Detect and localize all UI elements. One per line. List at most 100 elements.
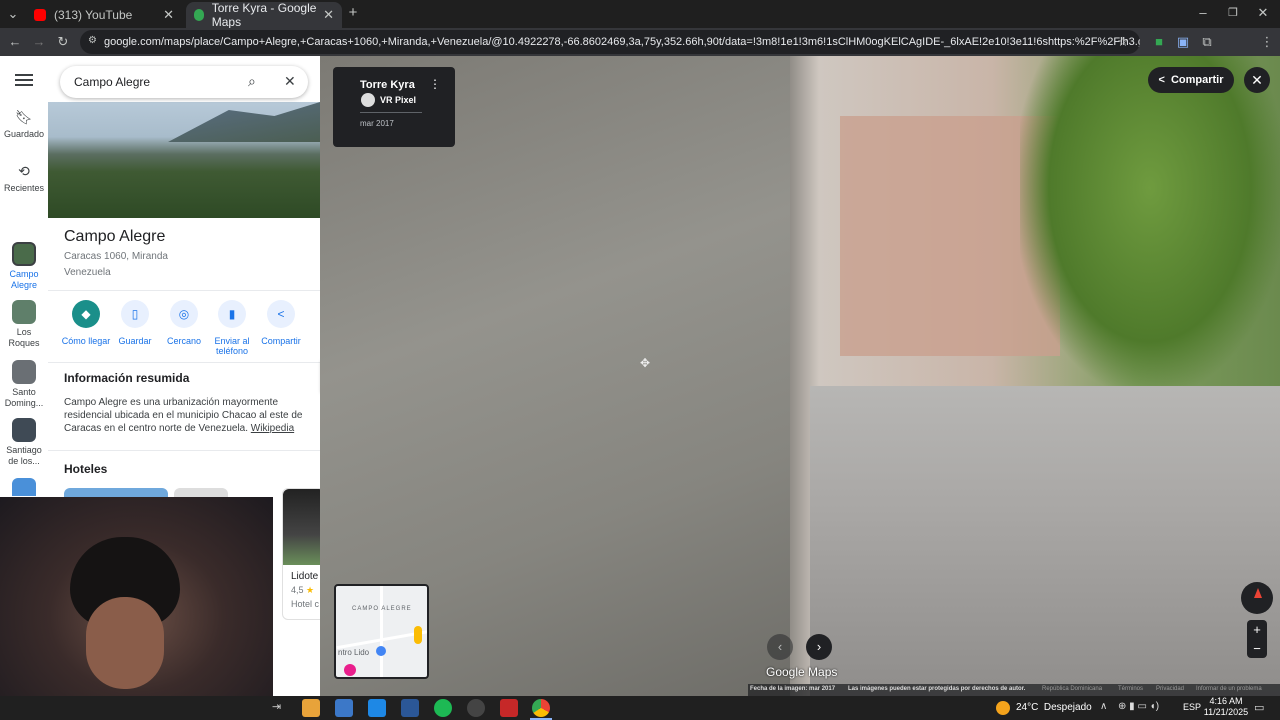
divider (360, 112, 422, 113)
close-tab-icon[interactable]: ✕ (323, 7, 334, 23)
share-button[interactable]: < Compartir (255, 300, 307, 346)
author-name[interactable]: VR Pixel (380, 95, 416, 105)
share-icon: < (267, 300, 295, 328)
minimap[interactable]: CAMPO ALEGRE ntro Lido (334, 584, 429, 679)
rail-item-los-roques[interactable]: Los Roques (0, 300, 48, 349)
search-input[interactable]: Campo Alegre (74, 75, 150, 89)
address-line-1: Caracas 1060, Miranda (64, 251, 168, 262)
spotify-icon[interactable] (434, 699, 452, 717)
tab-search-icon[interactable]: ⌄ (4, 6, 22, 22)
country-label: República Dominicana (1042, 686, 1103, 692)
extensions-puzzle-icon[interactable]: ⧉ (1198, 34, 1216, 50)
divider (48, 450, 320, 451)
place-hero-photo[interactable] (48, 102, 320, 218)
street-view-footer: Fecha de la imagen: mar 2017 Las imágene… (748, 684, 1280, 696)
language-indicator[interactable]: ESP (1183, 702, 1201, 712)
minimize-icon[interactable]: – (1194, 5, 1212, 21)
notifications-icon[interactable]: ▭ (1254, 701, 1264, 714)
next-image-button[interactable]: › (806, 634, 832, 660)
extension-icon[interactable]: ■ (1150, 34, 1168, 50)
compass-icon[interactable] (1241, 582, 1273, 614)
window-close-icon[interactable]: ✕ (1254, 5, 1272, 21)
outlook-icon[interactable] (368, 699, 386, 717)
rail-label: Santo Doming... (4, 387, 44, 408)
tab-youtube[interactable]: (313) YouTube ✕ (26, 2, 182, 28)
forward-icon[interactable]: → (30, 34, 48, 50)
rail-item-campo-alegre[interactable]: Campo Alegre (0, 242, 48, 291)
rail-label: Guardado (3, 129, 45, 139)
steam-icon[interactable] (467, 699, 485, 717)
more-options-icon[interactable]: ⋮ (429, 77, 441, 91)
privacy-link[interactable]: Privacidad (1156, 686, 1184, 692)
rail-item-recents[interactable]: ⟲ Recientes (0, 164, 48, 194)
close-street-view-button[interactable]: ✕ (1244, 67, 1270, 93)
street-view-share-button[interactable]: < Compartir (1148, 67, 1234, 93)
zoom-out-button[interactable]: − (1247, 639, 1267, 658)
copyright-note: Las imágenes pueden estar protegidas por… (848, 686, 1026, 692)
action-label: Guardar (118, 336, 152, 346)
place-thumbnail[interactable] (12, 478, 36, 496)
hamburger-menu-icon[interactable] (15, 74, 33, 86)
rating-value: 4,5 (291, 585, 304, 595)
report-problem-link[interactable]: Informar de un problema (1196, 686, 1262, 692)
street-view-canvas[interactable]: ✥ (320, 56, 1280, 696)
pan-cursor-icon: ✥ (640, 356, 651, 370)
weather-text[interactable]: 24°C Despejado (1016, 702, 1092, 713)
weather-icon (996, 701, 1010, 715)
translate-icon[interactable]: ▣ (1174, 34, 1192, 50)
pegman-icon (414, 626, 422, 644)
hotel-card[interactable]: Lidote 4,5 ★ Hotel c (282, 488, 320, 620)
terms-link[interactable]: Términos (1118, 686, 1143, 692)
clock-time[interactable]: 4:16 AM (1206, 696, 1246, 706)
reload-icon[interactable]: ↻ (54, 34, 72, 50)
send-to-phone-button[interactable]: ▮ Enviar al teléfono (206, 300, 258, 356)
street-view-info-card: Torre Kyra ⋮ VR Pixel mar 2017 (333, 67, 455, 147)
search-icon[interactable]: ⌕ (248, 73, 256, 90)
bookmark-star-icon[interactable]: ☆ (1114, 34, 1132, 50)
nearby-button[interactable]: ◎ Cercano (158, 300, 210, 346)
address-bar[interactable]: ⚙ google.com/maps/place/Campo+Alegre,+Ca… (80, 30, 1140, 54)
zoom-in-button[interactable]: + (1247, 620, 1267, 639)
tray-chevron-icon[interactable]: ∧ (1100, 701, 1107, 712)
wikipedia-link[interactable]: Wikipedia (251, 423, 294, 434)
file-explorer-icon[interactable] (302, 699, 320, 717)
new-tab-icon[interactable]: + (344, 5, 362, 21)
address-line-2: Venezuela (64, 267, 111, 278)
clear-search-icon[interactable]: ✕ (284, 73, 296, 90)
menu-kebab-icon[interactable]: ⋮ (1258, 34, 1276, 50)
save-button[interactable]: ▯ Guardar (109, 300, 161, 346)
tray-icons[interactable]: ⊕ ▮ ▭ ◖) (1118, 701, 1159, 712)
previous-image-button[interactable]: ‹ (767, 634, 793, 660)
close-tab-icon[interactable]: ✕ (163, 7, 174, 23)
rail-label: Recientes (4, 183, 45, 193)
restore-icon[interactable]: ❐ (1224, 5, 1242, 21)
app-icon[interactable] (500, 699, 518, 717)
calendar-app-icon[interactable] (335, 699, 353, 717)
site-info-icon[interactable]: ⚙ (88, 35, 97, 46)
place-thumbnail (12, 242, 36, 266)
hotels-heading: Hoteles (64, 462, 108, 476)
transit-icon (376, 646, 386, 656)
back-icon[interactable]: ← (6, 34, 24, 50)
task-view-icon[interactable]: ⇥ (272, 700, 281, 713)
hotel-rating: 4,5 ★ (283, 582, 320, 596)
clock-date[interactable]: 11/21/2025 (1202, 707, 1250, 717)
search-box[interactable]: Campo Alegre ⌕ ✕ (60, 66, 308, 98)
tab-title: (313) YouTube (54, 8, 133, 22)
url-text: google.com/maps/place/Campo+Alegre,+Cara… (104, 36, 1140, 48)
rail-item-santiago[interactable]: Santiago de los... (0, 418, 48, 467)
action-label: Enviar al teléfono (214, 336, 250, 356)
divider (48, 290, 320, 291)
directions-button[interactable]: ◆ Cómo llegar (60, 300, 112, 346)
star-icon: ★ (306, 585, 315, 595)
rail-label: Los Roques (8, 327, 40, 348)
rail-item-santo-domingo[interactable]: Santo Doming... (0, 360, 48, 409)
divider (48, 362, 320, 363)
chrome-icon[interactable] (532, 699, 550, 717)
tab-google-maps[interactable]: Torre Kyra - Google Maps ✕ (186, 1, 342, 29)
place-title: Campo Alegre (64, 228, 166, 245)
hotel-type: Hotel c (291, 599, 320, 609)
word-app-icon[interactable] (401, 699, 419, 717)
place-thumbnail (12, 418, 36, 442)
rail-item-saved[interactable]: 🔖︎ Guardado (0, 110, 48, 140)
